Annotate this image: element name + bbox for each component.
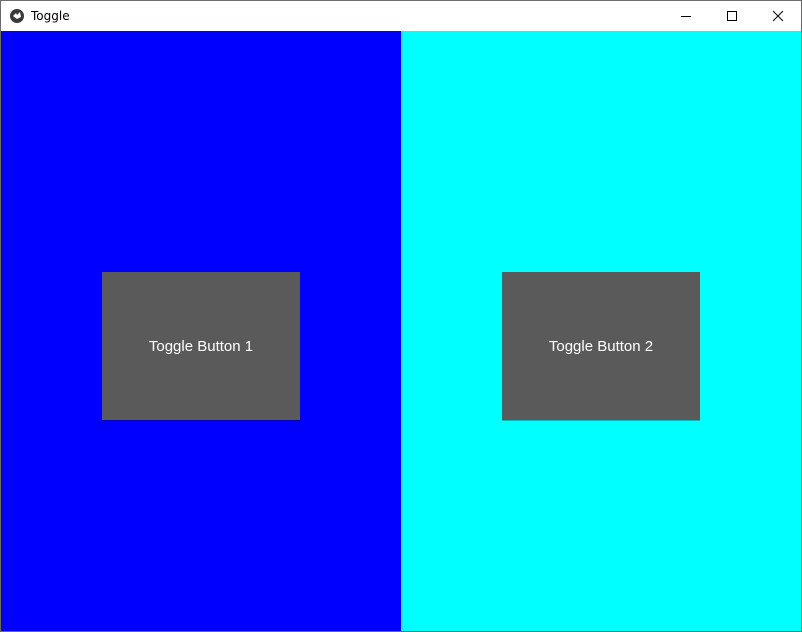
toggle-button-2[interactable]: Toggle Button 2: [502, 272, 700, 420]
window-title: Toggle: [31, 9, 70, 23]
app-window: Toggle Toggle Button 1 Toggle Button 2: [0, 0, 802, 632]
toggle-button-1[interactable]: Toggle Button 1: [102, 272, 300, 420]
maximize-button[interactable]: [709, 1, 755, 31]
toggle-button-1-label: Toggle Button 1: [148, 337, 254, 355]
maximize-icon: [727, 11, 737, 21]
right-panel: Toggle Button 2: [401, 31, 801, 631]
minimize-button[interactable]: [663, 1, 709, 31]
minimize-icon: [681, 16, 691, 17]
close-button[interactable]: [755, 1, 801, 31]
close-icon: [772, 10, 784, 22]
content-area: Toggle Button 1 Toggle Button 2: [1, 31, 801, 631]
title-bar[interactable]: Toggle: [1, 1, 801, 31]
toggle-button-2-label: Toggle Button 2: [548, 337, 654, 355]
left-panel: Toggle Button 1: [1, 31, 401, 631]
kivy-app-icon: [10, 9, 24, 23]
